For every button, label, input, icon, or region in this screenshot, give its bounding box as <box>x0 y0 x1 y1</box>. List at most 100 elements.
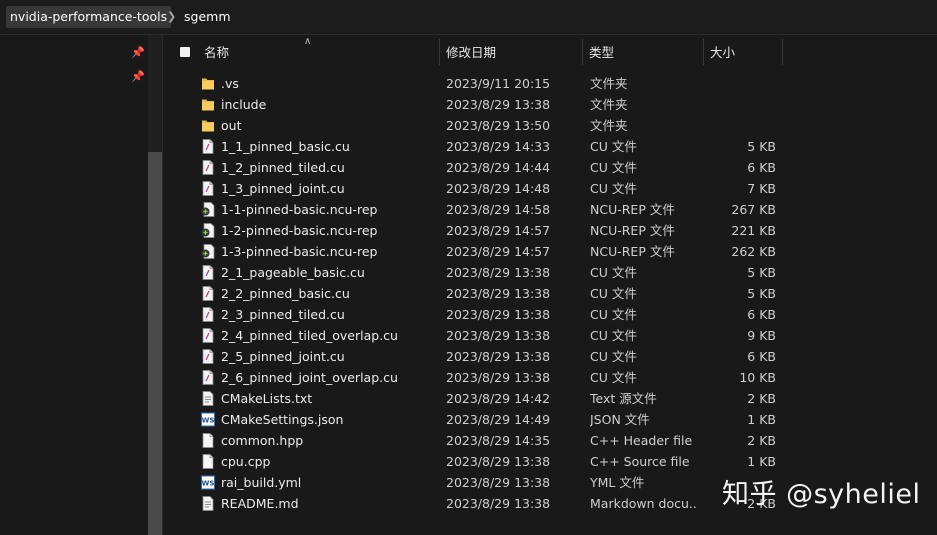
file-row[interactable]: include 2023/8/29 13:38 文件夹 <box>165 94 937 115</box>
file-type: NCU-REP 文件 <box>590 202 675 217</box>
blank-file-icon <box>201 454 215 469</box>
file-row[interactable]: 2_5_pinned_joint.cu 2023/8/29 13:38 CU 文件 6… <box>165 346 937 367</box>
file-row[interactable]: 2_4_pinned_tiled_overlap.cu 2023/8/29 13:… <box>165 325 937 346</box>
file-size: 5 KB <box>747 139 776 154</box>
column-header-size[interactable]: 大小 <box>710 35 735 67</box>
file-size: 9 KB <box>747 328 776 343</box>
file-name[interactable]: 2_6_pinned_joint_overlap.cu <box>221 367 443 388</box>
file-row[interactable]: 1_3_pinned_joint.cu 2023/8/29 14:48 CU 文件 7… <box>165 178 937 199</box>
file-date: 2023/8/29 14:35 <box>446 433 551 448</box>
ncu-rep-file-icon <box>201 202 215 217</box>
pin-icon[interactable]: 📌 <box>130 45 146 61</box>
breadcrumb: nvidia-performance-tools ❯ sgemm <box>0 0 937 35</box>
file-size: 1 KB <box>747 454 776 469</box>
file-name[interactable]: .vs <box>221 73 443 94</box>
file-row[interactable]: 1-2-pinned-basic.ncu-rep 2023/8/29 14:57 N… <box>165 220 937 241</box>
file-type: JSON 文件 <box>590 412 650 427</box>
file-row[interactable]: 1_2_pinned_tiled.cu 2023/8/29 14:44 CU 文件 6… <box>165 157 937 178</box>
cu-file-icon <box>201 139 215 154</box>
column-header-type[interactable]: 类型 <box>589 35 614 67</box>
file-row[interactable]: 2_6_pinned_joint_overlap.cu 2023/8/29 13:… <box>165 367 937 388</box>
column-separator[interactable] <box>782 39 783 65</box>
file-type: 文件夹 <box>590 97 628 112</box>
file-size: 267 KB <box>731 202 776 217</box>
file-size: 2 KB <box>747 433 776 448</box>
file-date: 2023/8/29 14:57 <box>446 244 551 259</box>
pin-icon[interactable]: 📌 <box>130 69 146 85</box>
file-row[interactable]: 2_3_pinned_tiled.cu 2023/8/29 13:38 CU 文件 6… <box>165 304 937 325</box>
file-date: 2023/8/29 13:38 <box>446 307 551 322</box>
column-header-date[interactable]: 修改日期 <box>446 35 496 67</box>
file-row[interactable]: 1-1-pinned-basic.ncu-rep 2023/8/29 14:58 N… <box>165 199 937 220</box>
file-row[interactable]: .vs 2023/9/11 20:15 文件夹 <box>165 73 937 94</box>
column-header-row: 名称 修改日期 类型 大小 <box>165 35 937 67</box>
file-size: 6 KB <box>747 349 776 364</box>
file-row[interactable]: CMakeLists.txt 2023/8/29 14:42 Text 源文件 2 K… <box>165 388 937 409</box>
file-date: 2023/8/29 14:57 <box>446 223 551 238</box>
file-date: 2023/8/29 14:44 <box>446 160 551 175</box>
file-size: 10 KB <box>739 370 776 385</box>
ncu-rep-file-icon <box>201 223 215 238</box>
column-separator[interactable] <box>439 39 440 65</box>
file-row[interactable]: out 2023/8/29 13:50 文件夹 <box>165 115 937 136</box>
file-row[interactable]: WS CMakeSettings.json 2023/8/29 14:49 JSON … <box>165 409 937 430</box>
nav-scrollbar-thumb[interactable] <box>148 152 162 535</box>
column-header-name[interactable]: 名称 <box>204 35 229 67</box>
file-name[interactable]: 1_1_pinned_basic.cu <box>221 136 443 157</box>
file-name[interactable]: 1-2-pinned-basic.ncu-rep <box>221 220 443 241</box>
file-date: 2023/8/29 13:38 <box>446 370 551 385</box>
pane-divider[interactable] <box>162 35 163 535</box>
file-size: 262 KB <box>731 244 776 259</box>
file-name[interactable]: 2_2_pinned_basic.cu <box>221 283 443 304</box>
file-name[interactable]: rai_build.yml <box>221 472 443 493</box>
file-date: 2023/8/29 13:38 <box>446 97 551 112</box>
file-row[interactable]: 2_2_pinned_basic.cu 2023/8/29 13:38 CU 文件 5… <box>165 283 937 304</box>
column-separator[interactable] <box>703 39 704 65</box>
file-type: CU 文件 <box>590 286 637 301</box>
watermark: 知乎 @syheliel <box>722 479 921 510</box>
file-type: CU 文件 <box>590 349 637 364</box>
cu-file-icon <box>201 349 215 364</box>
text-file-icon <box>201 496 215 511</box>
file-row[interactable]: cpu.cpp 2023/8/29 13:38 C++ Source file 1 K… <box>165 451 937 472</box>
file-name[interactable]: 2_5_pinned_joint.cu <box>221 346 443 367</box>
file-size: 7 KB <box>747 181 776 196</box>
file-name[interactable]: 1-1-pinned-basic.ncu-rep <box>221 199 443 220</box>
file-row[interactable]: 1_1_pinned_basic.cu 2023/8/29 14:33 CU 文件 5… <box>165 136 937 157</box>
file-type: CU 文件 <box>590 370 637 385</box>
vs-json-file-icon: WS <box>201 412 215 427</box>
breadcrumb-item-parent[interactable]: nvidia-performance-tools <box>6 6 172 28</box>
file-name[interactable]: cpu.cpp <box>221 451 443 472</box>
file-date: 2023/8/29 13:38 <box>446 475 551 490</box>
file-type: CU 文件 <box>590 160 637 175</box>
file-type: CU 文件 <box>590 265 637 280</box>
file-size: 1 KB <box>747 412 776 427</box>
file-name[interactable]: common.hpp <box>221 430 443 451</box>
file-type: CU 文件 <box>590 139 637 154</box>
ncu-rep-file-icon <box>201 244 215 259</box>
file-name[interactable]: 1_2_pinned_tiled.cu <box>221 157 443 178</box>
file-name[interactable]: 1-3-pinned-basic.ncu-rep <box>221 241 443 262</box>
file-row[interactable]: 1-3-pinned-basic.ncu-rep 2023/8/29 14:57 N… <box>165 241 937 262</box>
file-date: 2023/8/29 13:50 <box>446 118 551 133</box>
file-type: YML 文件 <box>590 475 645 490</box>
file-name[interactable]: README.md <box>221 493 443 514</box>
file-name[interactable]: 2_3_pinned_tiled.cu <box>221 304 443 325</box>
file-type: 文件夹 <box>590 76 628 91</box>
file-name[interactable]: include <box>221 94 443 115</box>
file-row[interactable]: common.hpp 2023/8/29 14:35 C++ Header file… <box>165 430 937 451</box>
file-name[interactable]: 2_1_pageable_basic.cu <box>221 262 443 283</box>
breadcrumb-chevron-icon[interactable]: ❯ <box>167 6 176 28</box>
file-type: CU 文件 <box>590 328 637 343</box>
file-name[interactable]: 2_4_pinned_tiled_overlap.cu <box>221 325 443 346</box>
file-name[interactable]: out <box>221 115 443 136</box>
file-date: 2023/8/29 13:38 <box>446 328 551 343</box>
file-name[interactable]: CMakeSettings.json <box>221 409 443 430</box>
file-row[interactable]: 2_1_pageable_basic.cu 2023/8/29 13:38 CU 文… <box>165 262 937 283</box>
breadcrumb-item-current[interactable]: sgemm <box>180 6 235 28</box>
file-type: Markdown docu... <box>590 496 696 511</box>
file-name[interactable]: CMakeLists.txt <box>221 388 443 409</box>
column-separator[interactable] <box>582 39 583 65</box>
file-size: 6 KB <box>747 307 776 322</box>
file-name[interactable]: 1_3_pinned_joint.cu <box>221 178 443 199</box>
